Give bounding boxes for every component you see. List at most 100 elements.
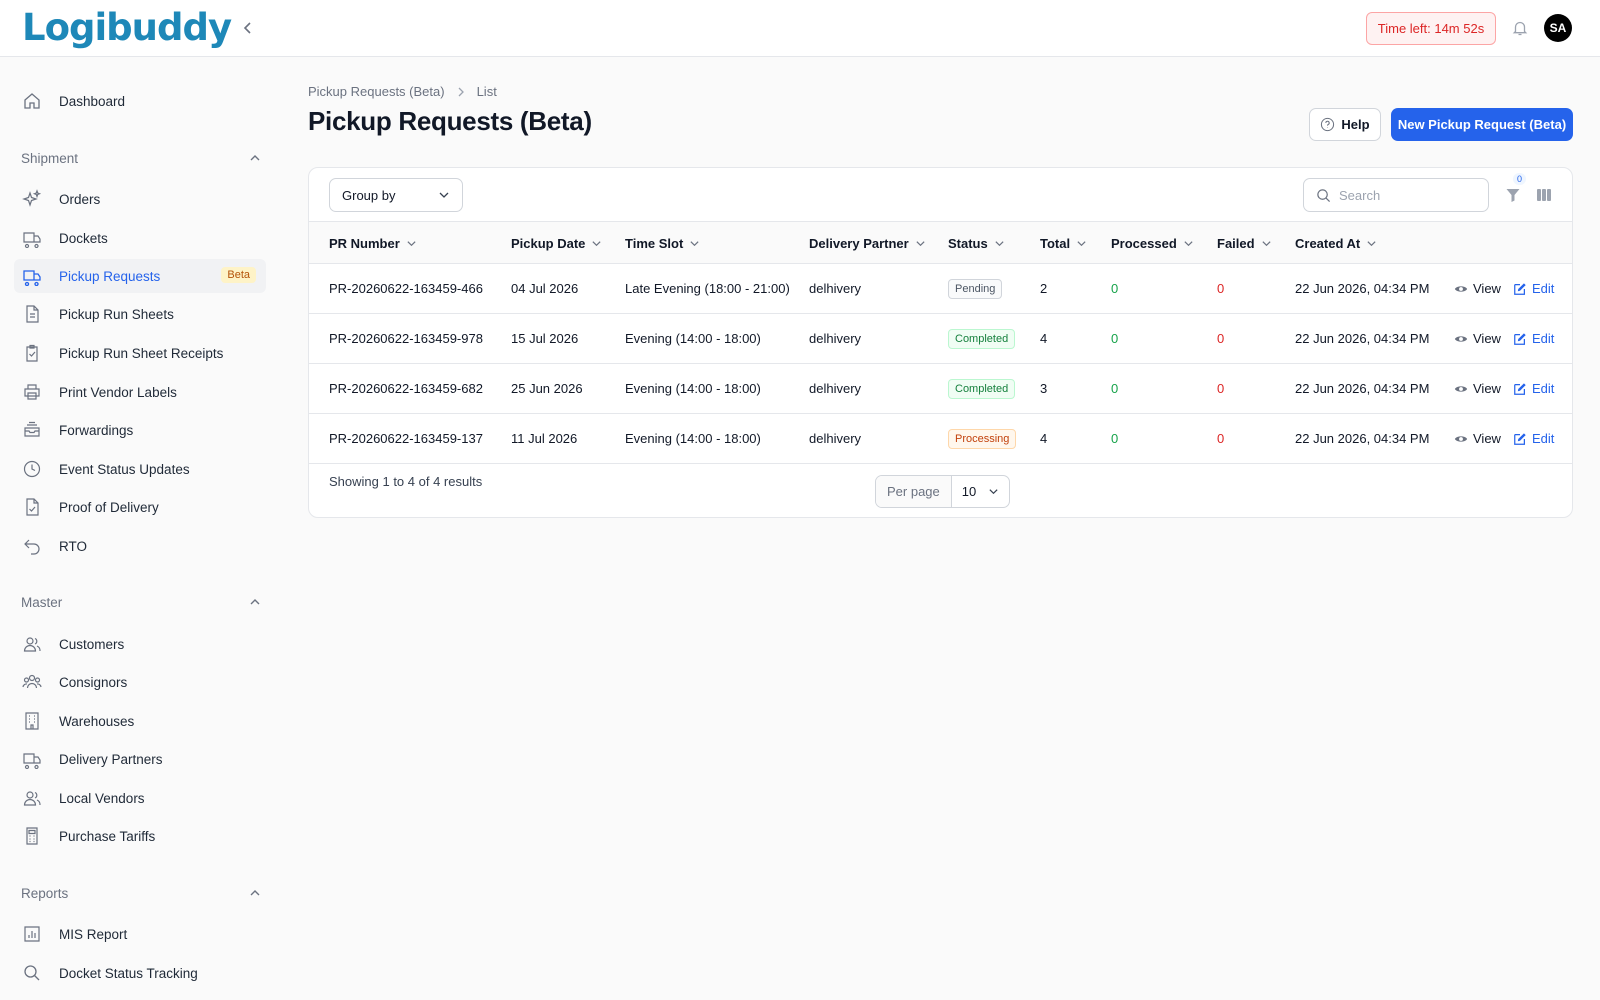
- cell-delivery-partner: delhivery: [809, 331, 862, 346]
- help-button[interactable]: Help: [1309, 108, 1381, 141]
- sidebar-item-local-vendors[interactable]: Local Vendors: [14, 781, 266, 815]
- search-icon: [1317, 188, 1331, 202]
- sidebar-item-docket-status-tracking[interactable]: Docket Status Tracking: [14, 956, 266, 990]
- group-by-label: Group by: [342, 187, 396, 203]
- view-button[interactable]: View: [1454, 264, 1501, 313]
- column-header-pickup-date[interactable]: Pickup Date: [511, 222, 602, 265]
- column-header-processed[interactable]: Processed: [1111, 222, 1194, 265]
- cell-pr-number: PR-20260622-163459-978: [329, 331, 483, 346]
- sidebar-item-label: Warehouses: [59, 713, 135, 729]
- chevron-down-icon: [1261, 241, 1271, 247]
- sidebar-item-mis-report[interactable]: MIS Report: [14, 917, 266, 951]
- table-row[interactable]: PR-20260622-163459-682 25 Jun 2026 Eveni…: [309, 364, 1572, 414]
- bell-icon: [1512, 21, 1528, 36]
- new-pickup-request-button[interactable]: New Pickup Request (Beta): [1391, 108, 1573, 141]
- per-page-label: Per page: [876, 476, 952, 507]
- columns-toggle-button[interactable]: [1533, 184, 1555, 206]
- sidebar-item-warehouses[interactable]: Warehouses: [14, 704, 266, 738]
- bar-chart-icon: [21, 923, 43, 945]
- cell-created-at: 22 Jun 2026, 04:34 PM: [1295, 281, 1430, 296]
- chevron-down-icon: [1367, 241, 1376, 247]
- sidebar-item-delivery-partners[interactable]: Delivery Partners: [14, 742, 266, 776]
- sidebar-item-forwardings[interactable]: Forwardings: [14, 413, 266, 447]
- beta-badge: Beta: [221, 267, 256, 283]
- view-button[interactable]: View: [1454, 414, 1501, 463]
- column-header-label: PR Number: [329, 236, 400, 251]
- sidebar-item-label: Dockets: [59, 230, 108, 246]
- column-header-delivery-partner[interactable]: Delivery Partner: [809, 222, 926, 265]
- sidebar-item-label: Customers: [59, 636, 125, 652]
- edit-button[interactable]: Edit: [1513, 314, 1554, 363]
- collapse-sidebar-button[interactable]: [236, 16, 260, 40]
- results-summary: Showing 1 to 4 of 4 results: [329, 474, 483, 489]
- chevron-left-icon: [243, 22, 251, 34]
- sidebar-item-dashboard[interactable]: Dashboard: [14, 84, 266, 118]
- sidebar-item-print-vendor-labels[interactable]: Print Vendor Labels: [14, 375, 266, 409]
- sidebar-item-pickup-run-sheets[interactable]: Pickup Run Sheets: [14, 297, 266, 331]
- column-header-time-slot[interactable]: Time Slot: [625, 222, 700, 265]
- cell-time-slot: Evening (14:00 - 18:00): [625, 431, 761, 446]
- section-header-reports[interactable]: Reports: [21, 883, 261, 903]
- sidebar-item-label: Local Vendors: [59, 790, 145, 806]
- eye-icon: [1454, 385, 1468, 392]
- sidebar-item-purchase-tariffs[interactable]: Purchase Tariffs: [14, 819, 266, 853]
- sidebar-item-label: Pickup Run Sheets: [59, 306, 174, 322]
- column-header-label: Delivery Partner: [809, 236, 909, 251]
- cell-status: Completed: [948, 314, 1016, 363]
- search-box: [1303, 178, 1489, 212]
- sidebar-item-label: Forwardings: [59, 422, 134, 438]
- user-avatar[interactable]: SA: [1544, 14, 1572, 42]
- cell-created-at: 22 Jun 2026, 04:34 PM: [1295, 431, 1430, 446]
- status-badge: Processing: [948, 428, 1017, 449]
- table-row[interactable]: PR-20260622-163459-978 15 Jul 2026 Eveni…: [309, 314, 1572, 364]
- cell-processed: 0: [1111, 431, 1119, 446]
- column-header-pr-number[interactable]: PR Number: [329, 222, 417, 265]
- cell-created-at: 22 Jun 2026, 04:34 PM: [1295, 381, 1430, 396]
- eye-icon: [1454, 335, 1468, 342]
- sidebar-item-pickup-run-sheet-receipts[interactable]: Pickup Run Sheet Receipts: [14, 336, 266, 370]
- group-by-select[interactable]: Group by: [329, 178, 463, 212]
- view-button[interactable]: View: [1454, 314, 1501, 363]
- table-row[interactable]: PR-20260622-163459-137 11 Jul 2026 Eveni…: [309, 414, 1572, 464]
- filter-button[interactable]: [1502, 184, 1524, 206]
- sidebar-item-dockets[interactable]: Dockets: [14, 221, 266, 255]
- view-button[interactable]: View: [1454, 364, 1501, 413]
- sidebar-item-event-status-updates[interactable]: Event Status Updates: [14, 452, 266, 486]
- top-bar: Logibuddy Time left: 14m 52s SA: [0, 0, 1600, 57]
- sidebar-item-proof-of-delivery[interactable]: Proof of Delivery: [14, 490, 266, 524]
- building-icon: [21, 710, 43, 732]
- search-input[interactable]: [1339, 187, 1479, 203]
- edit-button[interactable]: Edit: [1513, 264, 1554, 313]
- status-badge: Completed: [948, 328, 1016, 349]
- breadcrumb-current: List: [476, 84, 497, 99]
- section-header-shipment[interactable]: Shipment: [21, 148, 261, 168]
- column-header-failed[interactable]: Failed: [1217, 222, 1272, 265]
- sidebar-item-orders[interactable]: Orders: [14, 182, 266, 216]
- logibuddy-logo[interactable]: Logibuddy: [22, 6, 232, 50]
- cell-processed: 0: [1111, 331, 1119, 346]
- cell-processed: 0: [1111, 381, 1119, 396]
- chevron-down-icon: [592, 241, 602, 247]
- column-header-total[interactable]: Total: [1040, 222, 1087, 265]
- sidebar-item-customers[interactable]: Customers: [14, 627, 266, 661]
- column-header-status[interactable]: Status: [948, 222, 1005, 265]
- breadcrumb: Pickup Requests (Beta) List: [308, 84, 497, 99]
- section-header-master[interactable]: Master: [21, 592, 261, 612]
- section-title: Shipment: [21, 150, 79, 166]
- per-page-select[interactable]: 10: [952, 476, 1009, 507]
- cell-pr-number: PR-20260622-163459-137: [329, 431, 483, 446]
- sidebar-item-label: Event Status Updates: [59, 461, 190, 477]
- sidebar-item-consignors[interactable]: Consignors: [14, 665, 266, 699]
- edit-button[interactable]: Edit: [1513, 364, 1554, 413]
- column-header-created-at[interactable]: Created At: [1295, 222, 1377, 265]
- breadcrumb-parent-link[interactable]: Pickup Requests (Beta): [308, 84, 445, 99]
- cell-delivery-partner: delhivery: [809, 381, 862, 396]
- cell-total: 3: [1040, 381, 1048, 396]
- sparkles-icon: [21, 188, 43, 210]
- edit-button[interactable]: Edit: [1513, 414, 1554, 463]
- notifications-button[interactable]: [1508, 16, 1532, 40]
- cell-failed: 0: [1217, 381, 1225, 396]
- table-row[interactable]: PR-20260622-163459-466 04 Jul 2026 Late …: [309, 264, 1572, 314]
- sidebar-item-pickup-requests[interactable]: Pickup Requests Beta: [14, 259, 266, 293]
- sidebar-item-rto[interactable]: RTO: [14, 529, 266, 563]
